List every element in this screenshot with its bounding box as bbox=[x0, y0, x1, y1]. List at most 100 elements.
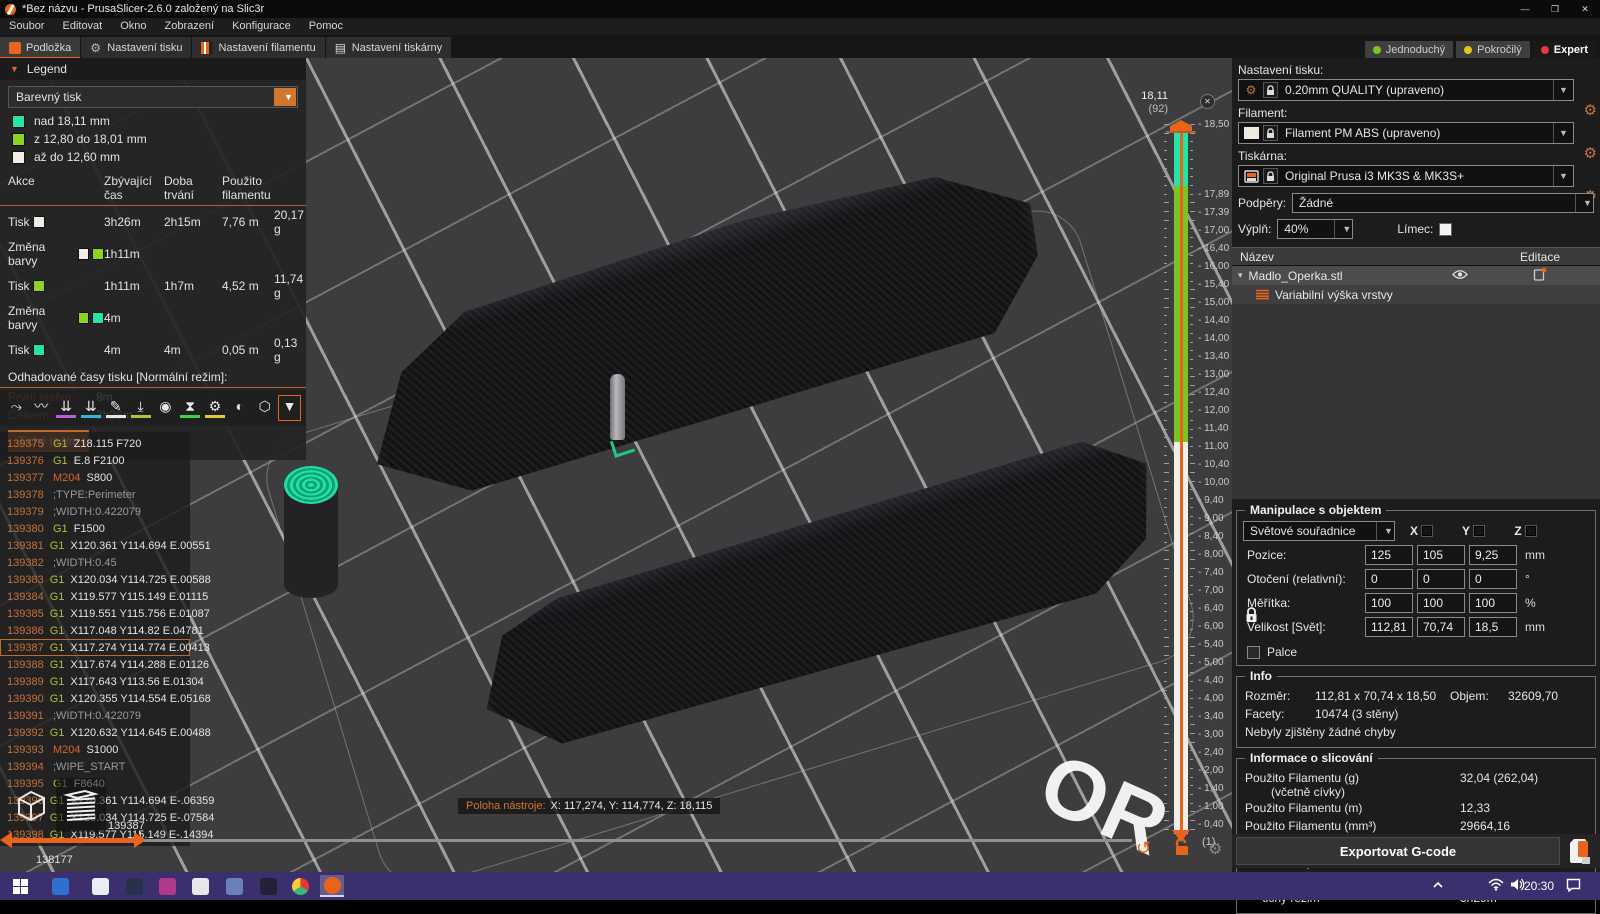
gcode-line[interactable]: 139386 G1 X117.048 Y114.82 E.04781 bbox=[0, 622, 204, 639]
supports-dropdown[interactable]: Žádné ▼ bbox=[1292, 193, 1594, 213]
3d-view-button[interactable] bbox=[6, 778, 56, 832]
notification-icon[interactable] bbox=[1566, 878, 1581, 897]
velikostsvět-x-field[interactable]: 112,81 bbox=[1365, 617, 1413, 637]
tool-changes-icon[interactable]: ⤓ bbox=[129, 395, 152, 421]
slider-settings-gear-icon[interactable]: ⚙ bbox=[1208, 839, 1222, 859]
menu-zobrazení[interactable]: Zobrazení bbox=[156, 18, 224, 35]
remove-color-change-icon[interactable]: ✕ bbox=[1200, 94, 1215, 109]
filament-gear-icon[interactable]: ⚙ bbox=[1584, 144, 1597, 162]
chevron-down-icon[interactable]: ▼ bbox=[1553, 123, 1573, 143]
wifi-icon[interactable] bbox=[1488, 878, 1504, 896]
brim-checkbox[interactable] bbox=[1439, 222, 1453, 236]
color-changes-icon[interactable]: ◉ bbox=[154, 395, 177, 421]
gcode-line[interactable]: 139383 G1 X120.034 Y114.725 E.00588 bbox=[0, 571, 211, 588]
axis-toggle[interactable] bbox=[1524, 525, 1537, 537]
taskbar-chrome[interactable] bbox=[288, 875, 312, 897]
gcode-line[interactable]: 139378 ;TYPE:Perimeter bbox=[0, 486, 190, 503]
filament-dropdown[interactable]: Filament PM ABS (upraveno) ▼ bbox=[1238, 122, 1574, 144]
print-settings-dropdown[interactable]: ⚙ 0.20mm QUALITY (upraveno) ▼ bbox=[1238, 79, 1574, 101]
tab-nastaven-filamentu[interactable]: Nastavení filamentu bbox=[192, 37, 326, 58]
mode-pokročilý[interactable]: Pokročilý bbox=[1456, 41, 1530, 58]
menu-konfigurace[interactable]: Konfigurace bbox=[223, 18, 300, 35]
seams-icon[interactable]: ✎ bbox=[104, 395, 127, 421]
menu-editovat[interactable]: Editovat bbox=[53, 18, 111, 35]
pozice-x-field[interactable]: 125 bbox=[1365, 545, 1413, 565]
sd-card-icon[interactable] bbox=[1566, 837, 1592, 865]
travels-icon[interactable]: ⤳ bbox=[5, 395, 28, 421]
měřítka-z-field[interactable]: 100 bbox=[1469, 593, 1517, 613]
collapse-triangle-icon[interactable]: ▼ bbox=[10, 64, 19, 74]
wipe-tower[interactable] bbox=[284, 466, 338, 598]
shells-icon[interactable]: ⬡ bbox=[253, 395, 276, 421]
gcode-line[interactable]: 139379 ;WIDTH:0.422079 bbox=[0, 503, 190, 520]
gcode-line[interactable]: 139381 G1 X120.361 Y114.694 E.00551 bbox=[0, 537, 211, 554]
menu-soubor[interactable]: Soubor bbox=[0, 18, 53, 35]
taskbar-mail-app[interactable] bbox=[222, 875, 246, 897]
layer-slider[interactable]: - 18,50 - 17,89 - 17,39 - 17,00 - 16,40 - 16,… bbox=[1130, 58, 1232, 872]
dropdown-arrow-icon[interactable]: ▼ bbox=[274, 88, 296, 106]
měřítka-y-field[interactable]: 100 bbox=[1417, 593, 1465, 613]
close-button[interactable]: ✕ bbox=[1570, 0, 1600, 18]
gcode-line[interactable]: 139385 G1 X119.551 Y115.756 E.01087 bbox=[0, 605, 210, 622]
variable-layer-height-row[interactable]: Variabilní výška vrstvy bbox=[1232, 285, 1600, 304]
hslider-left-thumb[interactable] bbox=[0, 832, 12, 848]
taskbar-notepad-app[interactable] bbox=[88, 875, 112, 897]
taskbar-grid-app[interactable] bbox=[122, 875, 146, 897]
axis-toggle[interactable] bbox=[1473, 525, 1485, 537]
deretractions-icon[interactable]: ⇊ bbox=[79, 395, 102, 421]
otočenírelativní-x-field[interactable]: 0 bbox=[1365, 569, 1413, 589]
clock[interactable]: 20:30 bbox=[1524, 879, 1554, 893]
gcode-line[interactable]: 139377 M204 S800 bbox=[0, 469, 190, 486]
printer-dropdown[interactable]: Original Prusa i3 MK3S & MK3S+ ▼ bbox=[1238, 165, 1574, 187]
inches-checkbox[interactable] bbox=[1247, 645, 1260, 659]
gcode-line[interactable]: 139380 G1 F1500 bbox=[0, 520, 190, 537]
mode-jednoduchý[interactable]: Jednoduchý bbox=[1364, 41, 1454, 58]
menu-pomoc[interactable]: Pomoc bbox=[300, 18, 352, 35]
menu-okno[interactable]: Okno bbox=[111, 18, 155, 35]
minimize-button[interactable]: — bbox=[1510, 0, 1540, 18]
print-settings-gear-icon[interactable]: ⚙ bbox=[1584, 101, 1597, 119]
retractions-icon[interactable]: ⇊ bbox=[55, 395, 78, 421]
gcode-line[interactable]: 139384 G1 X119.577 Y115.149 E.01115 bbox=[0, 588, 208, 605]
gcode-line[interactable]: 139390 G1 X120.355 Y114.554 E.05168 bbox=[0, 690, 211, 707]
center-of-gravity-icon[interactable]: ◐ bbox=[228, 395, 251, 421]
otočenírelativní-z-field[interactable]: 0 bbox=[1469, 569, 1517, 589]
taskbar-shield-app[interactable] bbox=[188, 875, 212, 897]
undo-icon[interactable]: ↺ bbox=[1136, 838, 1151, 859]
chevron-down-icon[interactable]: ▼ bbox=[1553, 166, 1573, 186]
layers-view-button[interactable] bbox=[56, 778, 106, 832]
taskbar-terminal-app[interactable] bbox=[256, 875, 280, 897]
hslider-right-thumb[interactable] bbox=[134, 832, 146, 848]
tray-chevron-icon[interactable] bbox=[1432, 878, 1444, 896]
coordinates-dropdown[interactable]: Světové souřadnice ▼ bbox=[1243, 521, 1395, 541]
gcode-line[interactable]: 139389 G1 X117.643 Y113.56 E.01304 bbox=[0, 673, 204, 690]
custom-gcodes-icon[interactable]: ⚙ bbox=[204, 395, 227, 421]
layer-slider-thumb[interactable] bbox=[1170, 120, 1192, 131]
taskbar-pink-app[interactable] bbox=[155, 875, 179, 897]
pozice-y-field[interactable]: 105 bbox=[1417, 545, 1465, 565]
gcode-line[interactable]: 139376 G1 E.8 F2100 bbox=[0, 452, 190, 469]
tab-nastaven-tisk-rny[interactable]: ▤ Nastavení tiskárny bbox=[325, 37, 453, 58]
pozice-z-field[interactable]: 9,25 bbox=[1469, 545, 1517, 565]
object-row[interactable]: ▾ Madlo_Operka.stl bbox=[1232, 266, 1600, 285]
tab-podlo-ka[interactable]: Podložka bbox=[0, 37, 82, 59]
gcode-line[interactable]: 139391 ;WIDTH:0.422079 bbox=[0, 707, 190, 724]
taskbar-save-app[interactable] bbox=[48, 875, 72, 897]
tool-marker-icon[interactable]: ▼ bbox=[278, 395, 302, 421]
export-gcode-button[interactable]: Exportovat G-code bbox=[1236, 837, 1560, 865]
view-mode-dropdown[interactable]: Barevný tisk ▼ bbox=[8, 86, 298, 108]
volume-icon[interactable] bbox=[1510, 878, 1525, 896]
collapse-chevron-icon[interactable]: ▾ bbox=[1238, 270, 1243, 281]
gcode-move-slider[interactable] bbox=[10, 839, 1132, 842]
mode-expert[interactable]: Expert bbox=[1532, 41, 1596, 58]
infill-dropdown[interactable]: 40% ▼ bbox=[1277, 219, 1354, 239]
pause-prints-icon[interactable]: ⧗ bbox=[179, 395, 202, 421]
taskbar-prusaslicer[interactable] bbox=[320, 875, 344, 897]
gcode-line[interactable]: 139382 ;WIDTH:0.45 bbox=[0, 554, 190, 571]
gcode-line[interactable]: 139387 G1 X117.274 Y114.774 E.00413 bbox=[0, 639, 210, 656]
tab-nastaven-tisku[interactable]: ⚙ Nastavení tisku bbox=[81, 37, 193, 58]
edit-object-icon[interactable] bbox=[1480, 267, 1600, 284]
gcode-line[interactable]: 139375 G1 Z18.115 F720 bbox=[0, 435, 190, 452]
maximize-button[interactable]: ❐ bbox=[1540, 0, 1570, 18]
gcode-line[interactable]: 139392 G1 X120.632 Y114.645 E.00488 bbox=[0, 724, 211, 741]
